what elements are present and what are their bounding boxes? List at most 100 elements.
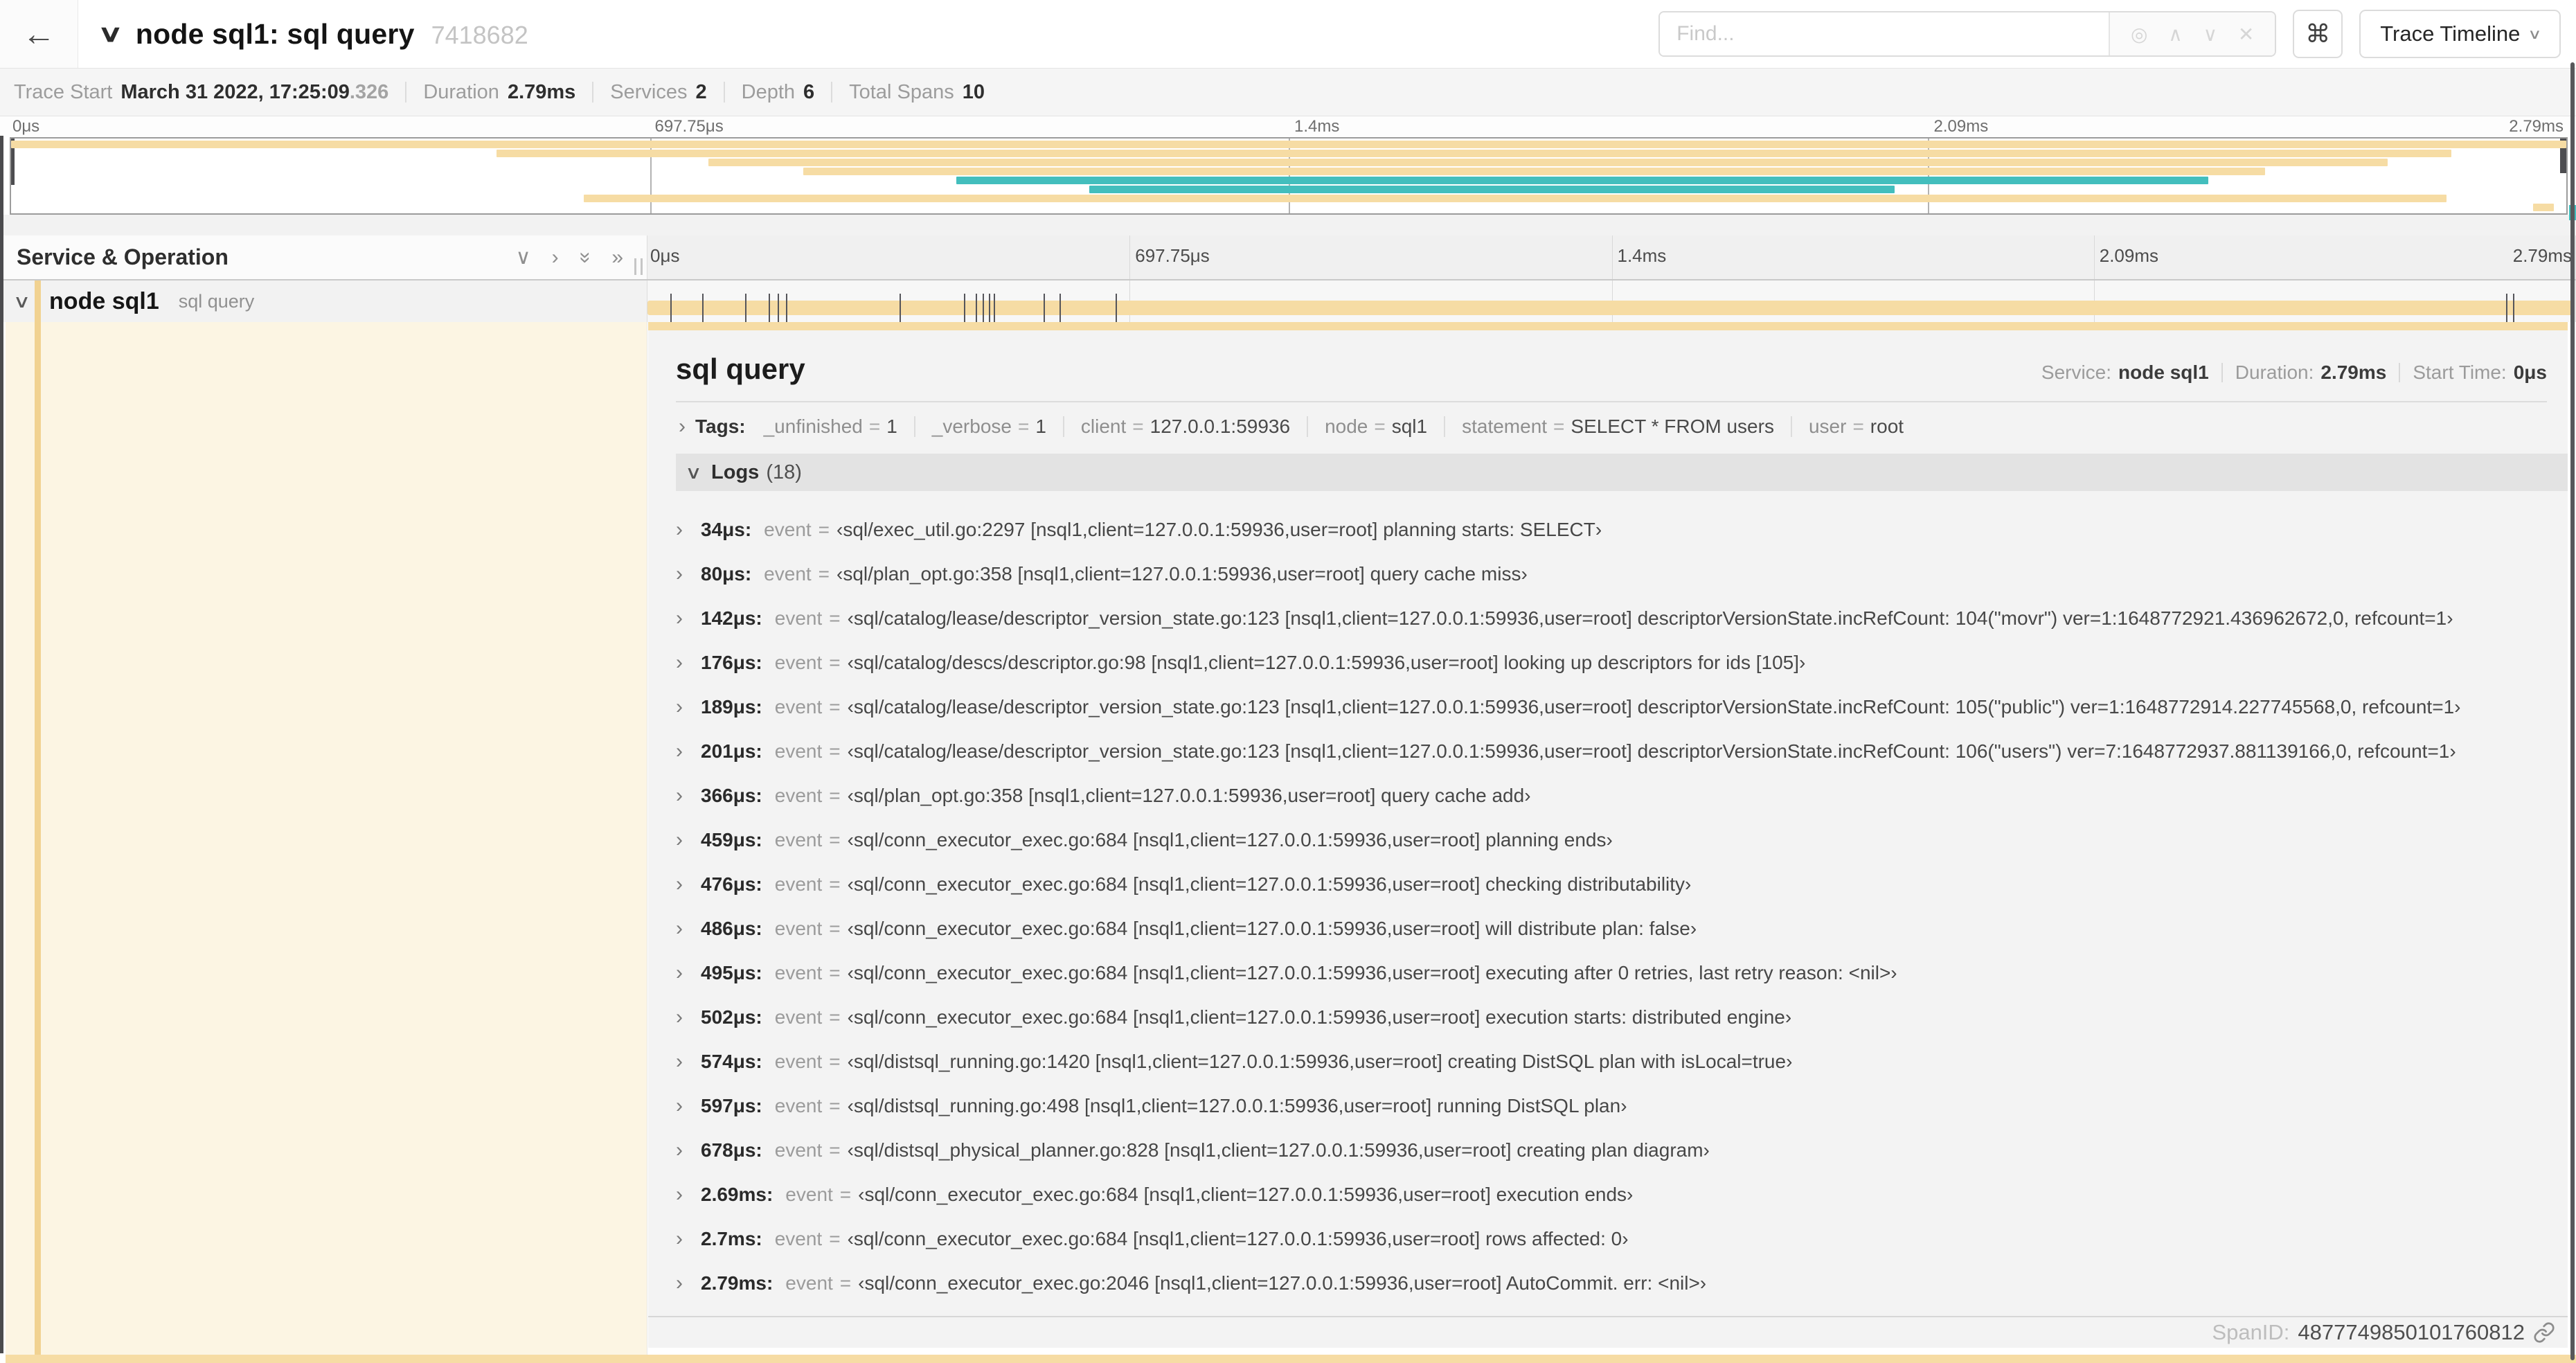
log-row[interactable]: › 486μs: event = ‹sql/conn_executor_exec.go:… — [676, 907, 2568, 951]
ruler-tick-label: 697.75μs — [654, 117, 724, 136]
tag-item[interactable]: user = root — [1809, 416, 1904, 438]
log-timestamp: 597μs: — [701, 1095, 762, 1116]
log-field-equals: = — [829, 1051, 841, 1072]
log-row[interactable]: › 142μs: event = ‹sql/catalog/lease/descript… — [676, 596, 2568, 641]
expand-one-icon[interactable]: › — [552, 246, 559, 269]
tag-key: _unfinished — [763, 416, 863, 437]
chevron-right-icon[interactable]: › — [676, 784, 701, 808]
chevron-right-icon[interactable]: › — [676, 828, 701, 852]
locate-icon[interactable]: ◎ — [2131, 23, 2147, 46]
log-rows: › 34μs: event = ‹sql/exec_util.go:2297 [nsql… — [676, 491, 2568, 1306]
tag-item[interactable]: client = 127.0.0.1:59936 — [1081, 416, 1290, 438]
grid-header-left: Service & Operation ∨ › » » — [0, 235, 647, 279]
log-row[interactable]: › 176μs: event = ‹sql/catalog/descs/descript… — [676, 641, 2568, 685]
minimap-span-bar — [803, 168, 2265, 175]
chevron-right-icon[interactable]: › — [676, 1094, 701, 1118]
next-match-icon[interactable]: ∨ — [2203, 23, 2218, 46]
tag-equals: = — [1852, 416, 1864, 437]
chevron-right-icon[interactable]: › — [676, 1050, 701, 1074]
log-row[interactable]: › 189μs: event = ‹sql/catalog/lease/descript… — [676, 685, 2568, 729]
log-row[interactable]: › 2.79ms: event = ‹sql/conn_executor_exec.go… — [676, 1261, 2568, 1306]
chevron-right-icon[interactable]: › — [676, 1139, 701, 1162]
chevron-right-icon[interactable]: › — [676, 607, 701, 630]
vertical-scrollbar[interactable] — [2570, 62, 2575, 1360]
chevron-right-icon[interactable]: › — [679, 415, 686, 438]
log-marker — [1043, 294, 1045, 322]
trace-collapse-icon[interactable]: ∨ — [98, 20, 123, 48]
log-marker — [976, 294, 978, 322]
chevron-right-icon[interactable]: › — [676, 873, 701, 896]
log-row[interactable]: › 678μs: event = ‹sql/distsql_physical_plann… — [676, 1128, 2568, 1173]
ruler-gridline — [1611, 235, 1613, 279]
log-field-value: ‹sql/conn_executor_exec.go:684 [nsql1,cl… — [847, 918, 1697, 939]
chevron-right-icon[interactable]: › — [676, 917, 701, 941]
detail-left-column — [6, 322, 647, 1355]
log-field-key: event — [774, 652, 823, 673]
collapse-all-icon[interactable]: » — [573, 251, 597, 263]
log-field-value: ‹sql/plan_opt.go:358 [nsql1,client=127.0… — [847, 785, 1531, 806]
logs-header[interactable]: ∨ Logs (18) — [676, 454, 2568, 491]
trace-minimap[interactable] — [10, 137, 2568, 215]
summary-item-suffix: .326 — [349, 80, 389, 103]
chevron-right-icon[interactable]: › — [676, 518, 701, 542]
tag-item[interactable]: statement = SELECT * FROM users — [1462, 416, 1774, 438]
expand-all-icon[interactable]: » — [611, 246, 623, 269]
log-field-value: ‹sql/conn_executor_exec.go:684 [nsql1,cl… — [847, 829, 1613, 850]
log-marker — [2513, 294, 2515, 322]
chevron-right-icon[interactable]: › — [676, 651, 701, 675]
link-icon[interactable] — [2533, 1321, 2555, 1344]
log-field-equals: = — [829, 740, 841, 762]
span-name-cell[interactable]: ∨ node sql1 sql query — [0, 280, 647, 322]
log-row[interactable]: › 201μs: event = ‹sql/catalog/lease/descript… — [676, 729, 2568, 774]
tags-label[interactable]: Tags: — [695, 416, 746, 438]
chevron-right-icon[interactable]: › — [676, 961, 701, 985]
log-row[interactable]: › 2.69ms: event = ‹sql/conn_executor_exec.go… — [676, 1173, 2568, 1217]
prev-match-icon[interactable]: ∧ — [2168, 23, 2183, 46]
chevron-right-icon[interactable]: › — [676, 1183, 701, 1206]
log-row[interactable]: › 459μs: event = ‹sql/conn_executor_exec.go:… — [676, 818, 2568, 862]
divider — [831, 82, 833, 103]
span-timeline-cell[interactable] — [647, 280, 2576, 322]
log-row[interactable]: › 574μs: event = ‹sql/distsql_running.go:142… — [676, 1040, 2568, 1084]
tag-value: root — [1870, 416, 1904, 437]
log-row[interactable]: › 495μs: event = ‹sql/conn_executor_exec.go:… — [676, 951, 2568, 995]
log-row[interactable]: › 366μs: event = ‹sql/plan_opt.go:358 [nsql1… — [676, 774, 2568, 818]
tag-item[interactable]: _unfinished = 1 — [764, 416, 897, 438]
log-marker — [994, 294, 996, 322]
log-marker — [900, 294, 902, 322]
timeline-left-scrubber-line[interactable] — [0, 136, 3, 1353]
collapse-one-icon[interactable]: ∨ — [516, 245, 531, 269]
log-field-value: ‹sql/catalog/descs/descriptor.go:98 [nsq… — [847, 652, 1806, 673]
log-row[interactable]: › 34μs: event = ‹sql/exec_util.go:2297 [nsql… — [676, 508, 2568, 552]
clear-find-icon[interactable]: ✕ — [2238, 23, 2254, 46]
tags-row[interactable]: › Tags: _unfinished = 1 _verbose = 1 client = 12… — [679, 415, 2547, 438]
chevron-right-icon[interactable]: › — [676, 562, 701, 586]
chevron-right-icon[interactable]: › — [676, 1272, 701, 1295]
log-field-equals: = — [818, 519, 830, 540]
log-row[interactable]: › 80μs: event = ‹sql/plan_opt.go:358 [nsql1,… — [676, 552, 2568, 596]
log-field-key: event — [774, 607, 823, 629]
find-input[interactable] — [1660, 12, 2109, 55]
trace-view-selector[interactable]: Trace Timeline ∨ — [2359, 10, 2561, 58]
chevron-right-icon[interactable]: › — [676, 1006, 701, 1029]
top-bar: ← ∨ node sql1: sql query 7418682 ◎ ∧ ∨ ✕ ⌘ … — [0, 0, 2576, 69]
log-marker — [670, 294, 672, 322]
back-button[interactable]: ← — [0, 0, 78, 68]
detail-meta-label: Service: — [2041, 362, 2112, 383]
chevron-right-icon[interactable]: › — [676, 1227, 701, 1251]
tag-item[interactable]: _verbose = 1 — [932, 416, 1046, 438]
tag-item[interactable]: node = sql1 — [1325, 416, 1427, 438]
log-row[interactable]: › 2.7ms: event = ‹sql/conn_executor_exec.go:… — [676, 1217, 2568, 1261]
column-resize-grip[interactable] — [634, 258, 643, 275]
log-row[interactable]: › 502μs: event = ‹sql/conn_executor_exec.go:… — [676, 995, 2568, 1040]
log-field-equals: = — [829, 696, 841, 718]
tag-value: sql1 — [1391, 416, 1428, 437]
log-row[interactable]: › 597μs: event = ‹sql/distsql_running.go:498… — [676, 1084, 2568, 1128]
log-field-equals: = — [829, 1095, 841, 1116]
span-duration-bar[interactable] — [647, 301, 2574, 315]
span-collapse-icon[interactable]: ∨ — [13, 291, 31, 312]
chevron-right-icon[interactable]: › — [676, 740, 701, 763]
log-row[interactable]: › 476μs: event = ‹sql/conn_executor_exec.go:… — [676, 862, 2568, 907]
chevron-right-icon[interactable]: › — [676, 695, 701, 719]
keyboard-shortcuts-button[interactable]: ⌘ — [2293, 10, 2343, 58]
